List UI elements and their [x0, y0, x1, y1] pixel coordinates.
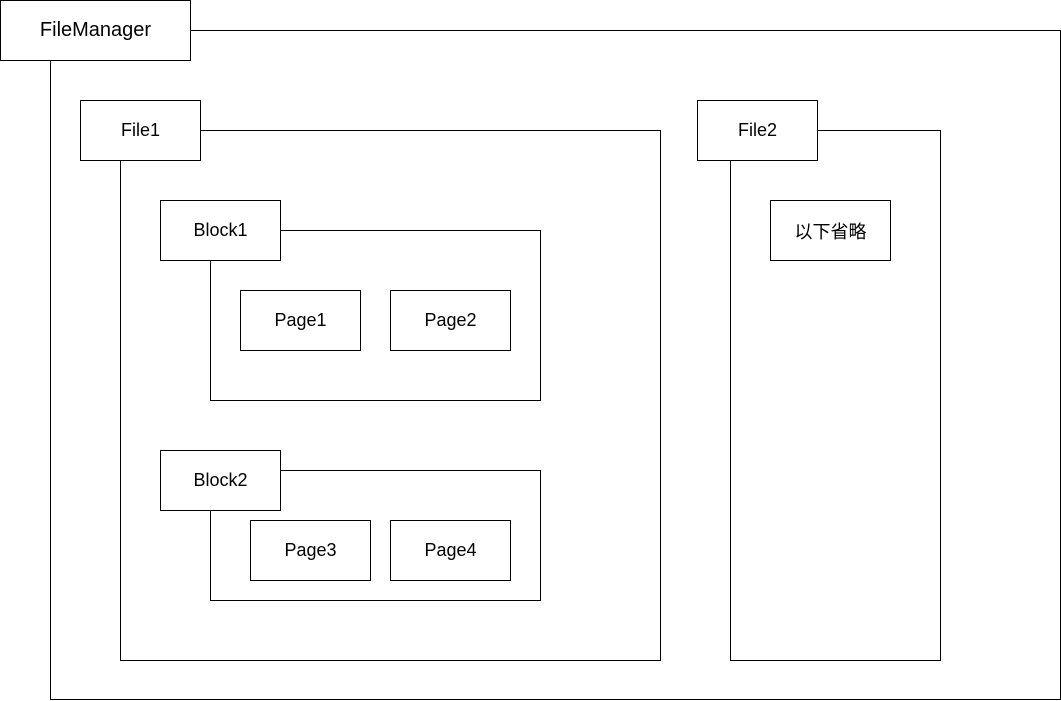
- omitted-note-box: 以下省略: [770, 200, 891, 261]
- page2-box: Page2: [390, 290, 511, 351]
- filemanager-label: FileManager: [0, 0, 191, 61]
- block2-label: Block2: [160, 450, 281, 511]
- block1-label: Block1: [160, 200, 281, 261]
- page4-box: Page4: [390, 520, 511, 581]
- page3-box: Page3: [250, 520, 371, 581]
- file1-label: File1: [80, 100, 201, 161]
- file2-label: File2: [697, 100, 818, 161]
- page1-box: Page1: [240, 290, 361, 351]
